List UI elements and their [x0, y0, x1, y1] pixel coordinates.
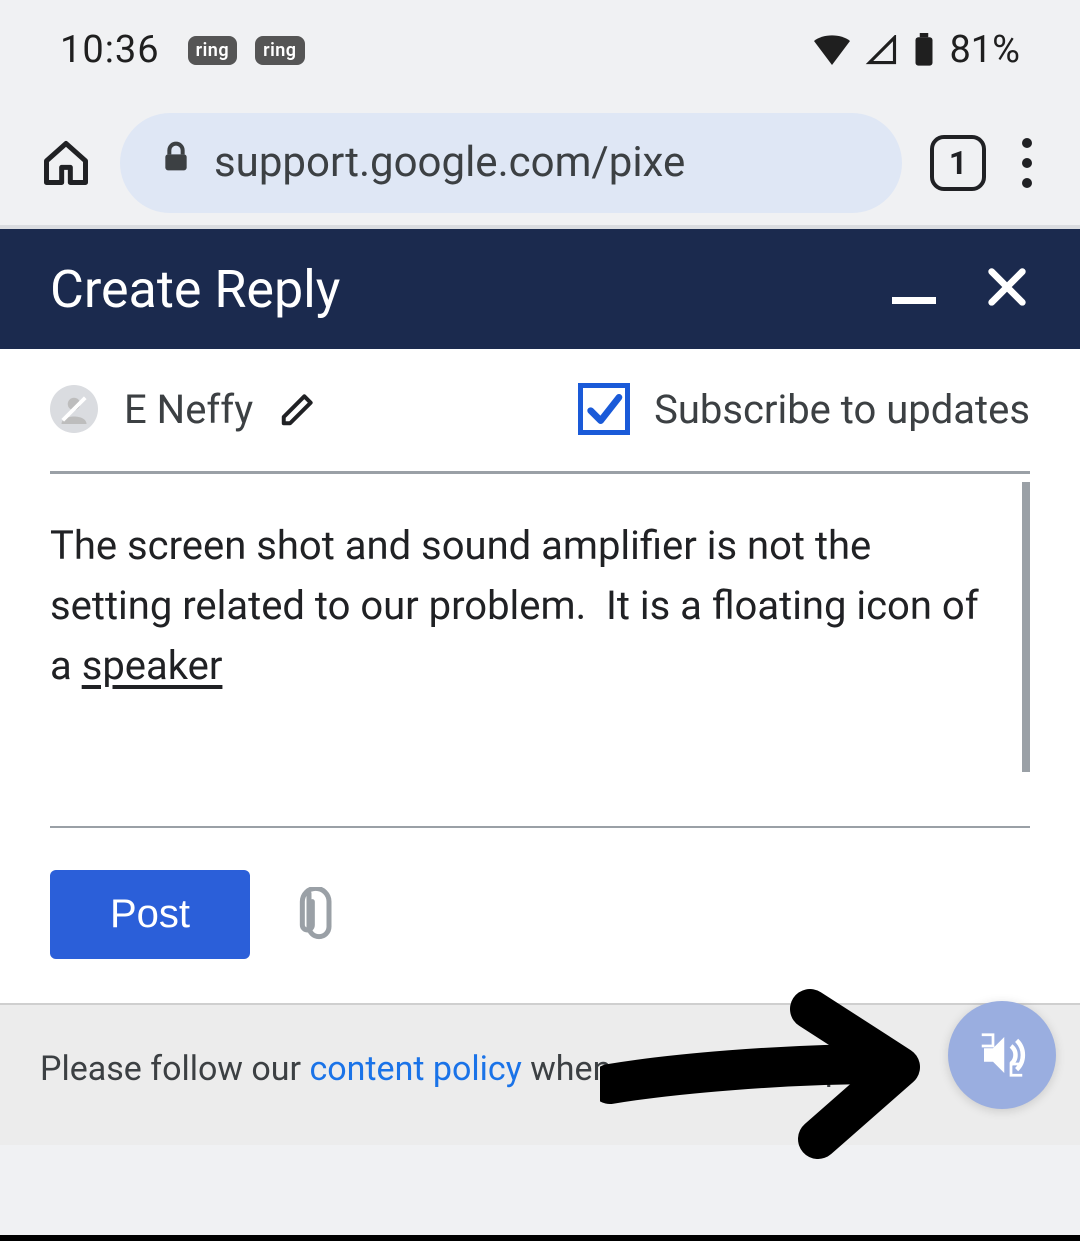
avatar: [50, 385, 98, 433]
status-left: 10:36 ring ring: [60, 28, 305, 72]
minimize-button[interactable]: [892, 275, 936, 304]
attachment-icon[interactable]: [294, 887, 334, 943]
edit-name-icon[interactable]: [279, 390, 317, 428]
overflow-menu-icon[interactable]: [1014, 138, 1040, 188]
browser-bar: support.google.com/pixe 1: [0, 100, 1080, 225]
nav-bar-edge: [0, 1235, 1080, 1241]
battery-percent: 81%: [949, 28, 1020, 72]
ring-app-badge-1: ring: [188, 36, 237, 65]
footer-prefix: Please follow our: [40, 1049, 309, 1089]
content-policy-link[interactable]: content policy: [309, 1049, 521, 1089]
subscribe-checkbox[interactable]: [578, 383, 630, 435]
url-text: support.google.com/pixe: [214, 138, 685, 187]
url-bar[interactable]: support.google.com/pixe: [120, 113, 902, 213]
home-icon[interactable]: [40, 137, 92, 189]
dialog-title: Create Reply: [50, 259, 340, 320]
cell-signal-icon: [865, 35, 899, 65]
tab-count-button[interactable]: 1: [930, 135, 986, 191]
user-row: E Neffy Subscribe to updates: [50, 383, 1030, 471]
status-bar: 10:36 ring ring 81%: [0, 0, 1080, 100]
floating-speaker-button[interactable]: [948, 1001, 1056, 1109]
reply-textarea[interactable]: The screen shot and sound amplifier is n…: [50, 471, 1030, 816]
ring-app-badge-2: ring: [255, 36, 304, 65]
close-button[interactable]: [984, 264, 1030, 314]
battery-icon: [913, 33, 935, 67]
action-row: Post: [50, 828, 1030, 1003]
wifi-icon: [813, 35, 851, 65]
status-time: 10:36: [60, 28, 160, 72]
user-name: E Neffy: [124, 386, 253, 433]
lock-icon: [160, 138, 192, 187]
reply-text-underlined: speaker: [82, 642, 223, 689]
footer-suffix: when creating your post.: [522, 1049, 901, 1089]
tab-count-value: 1: [949, 144, 967, 182]
dialog-content: E Neffy Subscribe to updates The screen …: [0, 349, 1080, 1003]
footer: Please follow our content policy when cr…: [0, 1003, 1080, 1145]
reply-text-content: The screen shot and sound amplifier is n…: [50, 474, 1030, 816]
dialog-header: Create Reply: [0, 229, 1080, 349]
status-right: 81%: [813, 28, 1020, 72]
subscribe-label: Subscribe to updates: [654, 386, 1030, 433]
scrollbar[interactable]: [1022, 482, 1030, 772]
post-button[interactable]: Post: [50, 870, 250, 959]
